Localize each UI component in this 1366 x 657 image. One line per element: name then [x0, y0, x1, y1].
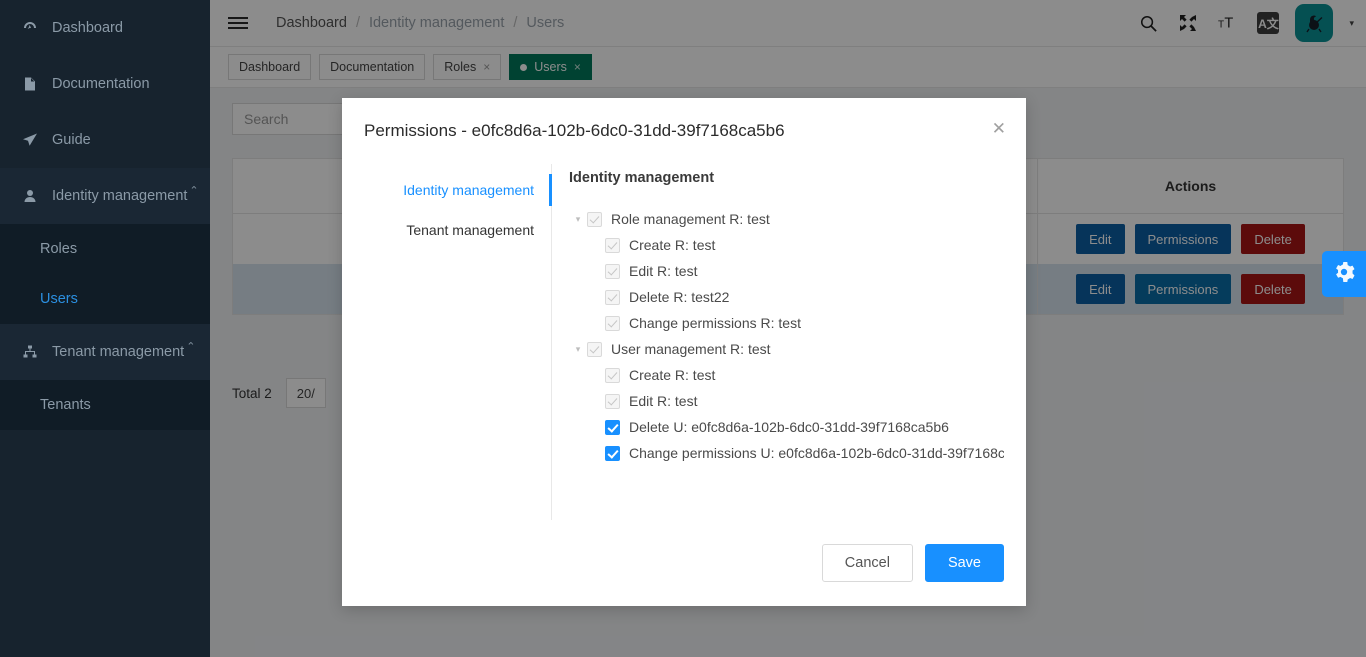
sitemap-icon [22, 344, 44, 360]
sidebar-item-label: Guide [52, 132, 91, 148]
dashboard-icon [22, 20, 44, 36]
sidebar-item-label: Documentation [52, 76, 150, 92]
sidebar-item-dashboard[interactable]: Dashboard [0, 0, 210, 56]
sidebar-group-identity-management[interactable]: Identity management ⌃ [0, 168, 210, 224]
sidebar-item-documentation[interactable]: Documentation [0, 56, 210, 112]
paper-plane-icon [22, 132, 44, 148]
permission-tree-node[interactable]: Change permissions U: e0fc8d6a-102b-6dc0… [569, 440, 1004, 466]
sidebar-item-label: Identity management [52, 188, 188, 204]
permission-label: Create R: test [629, 237, 716, 253]
modal-tab-label: Tenant management [406, 222, 534, 238]
modal-pane: Identity management ▾ Role management R:… [552, 164, 1004, 520]
modal-tab-identity-management[interactable]: Identity management [364, 170, 552, 210]
permission-checkbox[interactable] [605, 289, 620, 305]
permission-checkbox[interactable] [587, 211, 602, 227]
permission-label: Delete U: e0fc8d6a-102b-6dc0-31dd-39f716… [629, 419, 949, 435]
modal-title: Permissions - e0fc8d6a-102b-6dc0-31dd-39… [364, 121, 785, 140]
permission-tree-node[interactable]: Edit R: test [569, 388, 1004, 414]
permission-checkbox[interactable] [605, 263, 620, 279]
modal-tab-label: Identity management [403, 182, 534, 198]
permission-tree-node[interactable]: Create R: test [569, 362, 1004, 388]
sidebar: Dashboard Documentation Guide Identity m… [0, 0, 210, 657]
modal-header: Permissions - e0fc8d6a-102b-6dc0-31dd-39… [342, 98, 1026, 164]
settings-gear-button[interactable] [1322, 251, 1366, 297]
chevron-up-icon: ⌃ [189, 185, 199, 197]
pane-title: Identity management [569, 170, 715, 186]
permission-checkbox[interactable] [605, 445, 620, 461]
permission-label: Create R: test [629, 367, 716, 383]
permission-tree-node[interactable]: Create R: test [569, 232, 1004, 258]
gear-icon [1332, 260, 1356, 289]
sidebar-group-tenant-management[interactable]: Tenant management ⌃ [0, 324, 210, 380]
sidebar-item-tenants[interactable]: Tenants [0, 380, 210, 430]
modal-body: Identity management Tenant management Id… [342, 164, 1026, 520]
save-button[interactable]: Save [924, 544, 1004, 582]
sidebar-item-roles[interactable]: Roles [0, 224, 210, 274]
modal-tab-list: Identity management Tenant management [364, 164, 552, 520]
sidebar-item-label: Tenant management [52, 344, 185, 360]
permission-checkbox[interactable] [605, 393, 620, 409]
permission-tree-node[interactable]: Delete R: test22 [569, 284, 1004, 310]
permission-checkbox[interactable] [605, 237, 620, 253]
permission-tree-node[interactable]: ▾ Role management R: test [569, 206, 1004, 232]
permission-label: Edit R: test [629, 393, 698, 409]
app-root: Dashboard Documentation Guide Identity m… [0, 0, 1366, 657]
sidebar-item-users[interactable]: Users [0, 274, 210, 324]
sidebar-item-label: Users [40, 291, 78, 307]
permission-checkbox[interactable] [605, 315, 620, 331]
chevron-down-icon[interactable]: ▾ [569, 344, 587, 355]
permission-tree-node[interactable]: Delete U: e0fc8d6a-102b-6dc0-31dd-39f716… [569, 414, 1004, 440]
permission-checkbox[interactable] [605, 367, 620, 383]
modal-tab-tenant-management[interactable]: Tenant management [364, 210, 551, 250]
permission-label: Change permissions U: e0fc8d6a-102b-6dc0… [629, 445, 1004, 461]
permission-tree-node[interactable]: Edit R: test [569, 258, 1004, 284]
permission-label: Change permissions R: test [629, 315, 801, 331]
permissions-modal: Permissions - e0fc8d6a-102b-6dc0-31dd-39… [342, 98, 1026, 606]
permission-label: Delete R: test22 [629, 289, 730, 305]
sidebar-item-label: Tenants [40, 397, 91, 413]
close-icon[interactable]: ✕ [992, 120, 1006, 137]
chevron-up-icon: ⌃ [186, 341, 196, 353]
sidebar-item-label: Dashboard [52, 20, 123, 36]
cancel-button[interactable]: Cancel [821, 544, 913, 582]
permission-checkbox[interactable] [605, 419, 620, 435]
user-icon [22, 188, 44, 204]
permission-tree-node[interactable]: Change permissions R: test [569, 310, 1004, 336]
permission-label: Edit R: test [629, 263, 698, 279]
chevron-down-icon[interactable]: ▾ [569, 214, 587, 225]
permission-checkbox[interactable] [587, 341, 602, 357]
permission-label: User management R: test [611, 341, 771, 357]
sidebar-subgroup-tenant: Tenants [0, 380, 210, 430]
sidebar-subgroup-identity: Roles Users [0, 224, 210, 324]
permission-tree-node[interactable]: ▾ User management R: test [569, 336, 1004, 362]
modal-footer: Cancel Save [342, 520, 1026, 606]
sidebar-item-guide[interactable]: Guide [0, 112, 210, 168]
document-icon [22, 76, 44, 92]
permission-label: Role management R: test [611, 211, 770, 227]
sidebar-item-label: Roles [40, 241, 78, 257]
